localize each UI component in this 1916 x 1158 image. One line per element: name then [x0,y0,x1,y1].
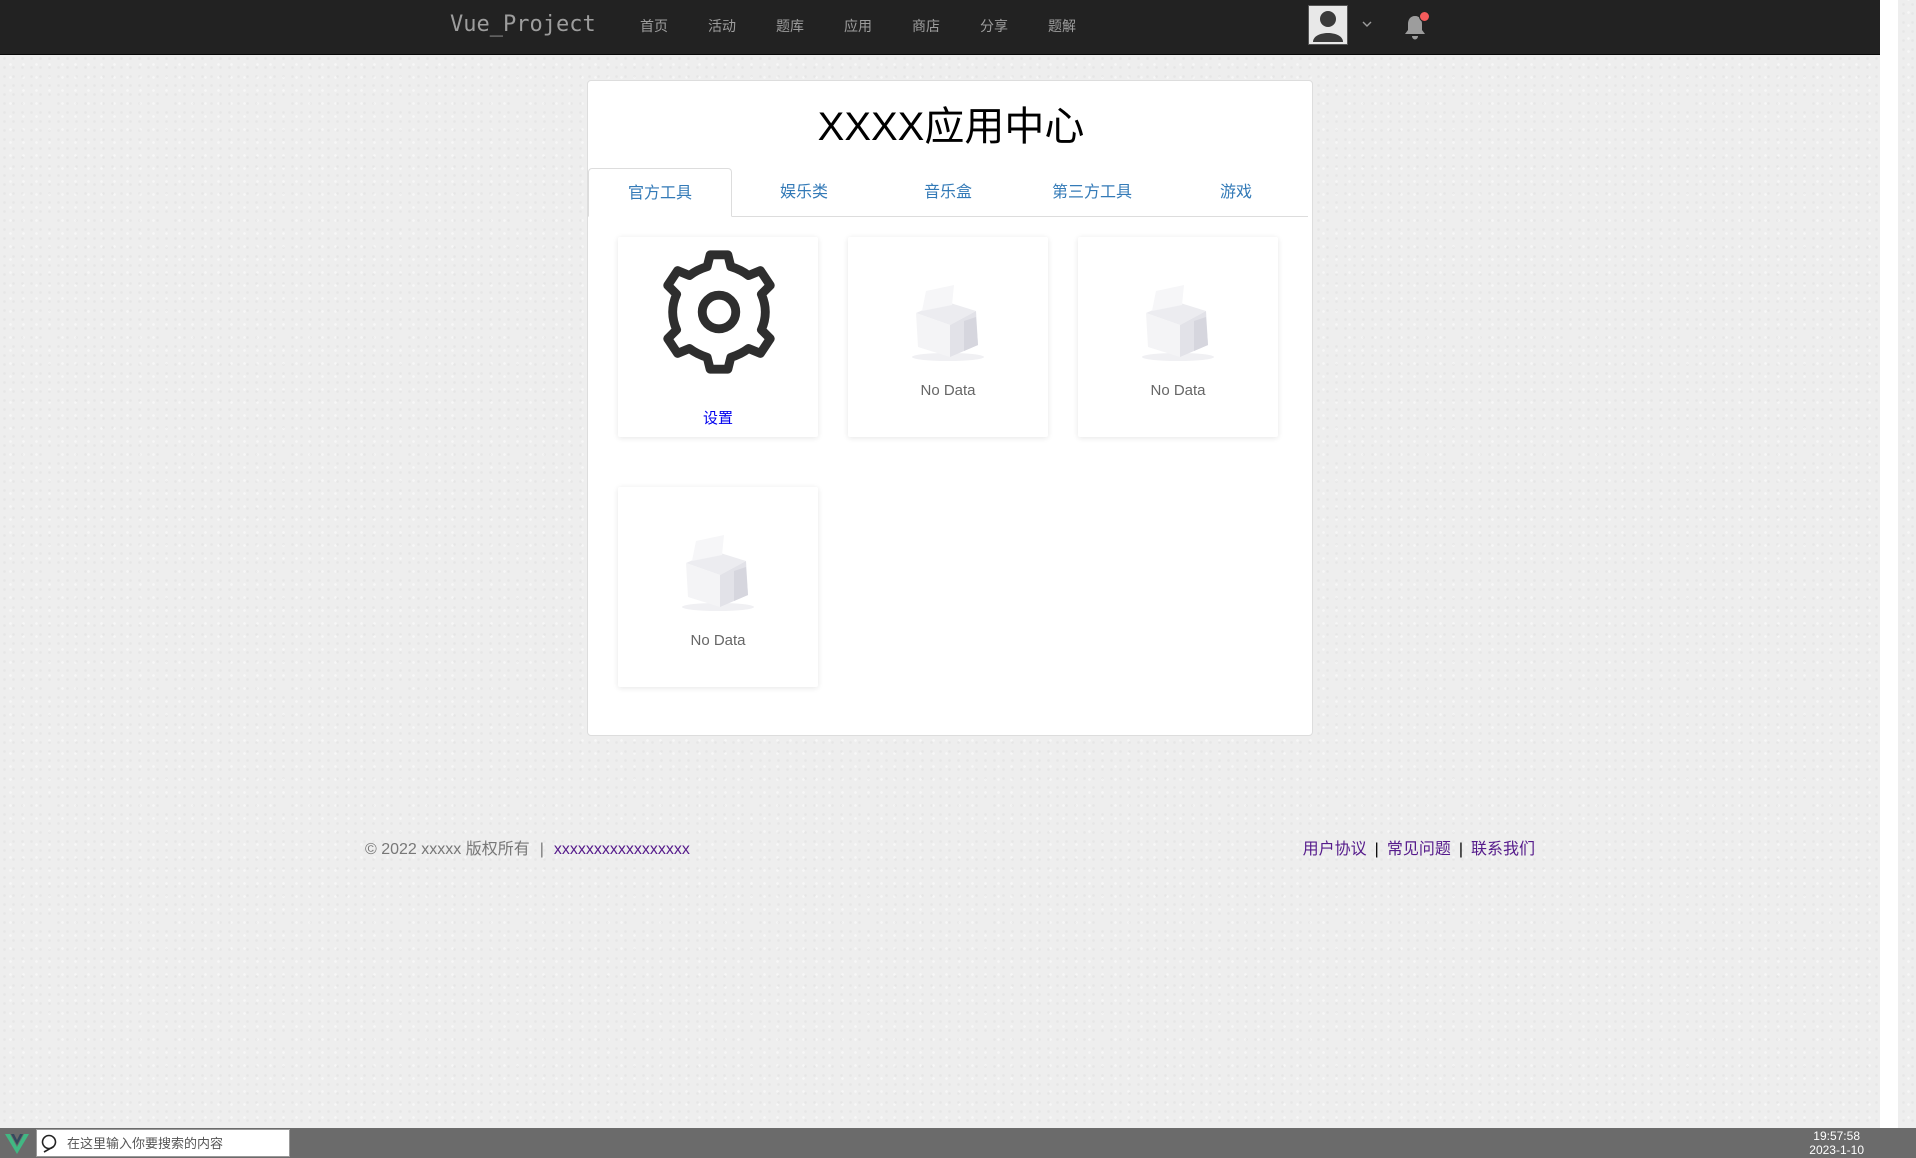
page-scrollbar[interactable] [1880,0,1898,1128]
footer: © 2022 xxxxx 版权所有 | xxxxxxxxxxxxxxxxx 用户协议… [365,838,1535,862]
notification-dot [1419,11,1430,22]
search-input[interactable] [67,1132,285,1154]
tab-music-box[interactable]: 音乐盒 [876,168,1020,216]
app-tile-empty[interactable]: No Data [848,237,1048,437]
nav-item-activity[interactable]: 活动 [688,0,756,54]
empty-box-icon [1142,285,1214,361]
nav-menu: 首页 活动 题库 应用 商店 分享 题解 [620,0,1096,54]
app-tile-label: 设置 [702,410,733,427]
user-avatar[interactable] [1308,5,1348,45]
nav-item-share[interactable]: 分享 [960,0,1028,54]
vue-logo-icon[interactable] [0,1128,34,1158]
clock-date: 2023-1-10 [1809,1143,1864,1157]
chevron-down-icon[interactable] [1360,17,1374,31]
app-tile-settings[interactable]: 设置 [618,237,818,437]
footer-separator: | [1374,841,1379,858]
user-icon [1309,6,1347,44]
app-tile-empty[interactable]: No Data [1078,237,1278,437]
taskbar-search[interactable] [36,1129,290,1157]
app-tile-empty[interactable]: No Data [618,487,818,687]
nav-item-question-bank[interactable]: 题库 [756,0,824,54]
footer-link-faq[interactable]: 常见问题 [1387,841,1451,858]
gear-icon [663,250,775,374]
nav-item-home[interactable]: 首页 [620,0,688,54]
footer-link-contact[interactable]: 联系我们 [1471,841,1535,858]
tab-official-tools[interactable]: 官方工具 [588,168,732,217]
taskbar-clock[interactable]: 19:57:58 2023-1-10 [1809,1129,1864,1157]
empty-box-icon [682,535,754,611]
footer-separator: | [1458,841,1463,858]
footer-link-user-agreement[interactable]: 用户协议 [1303,841,1367,858]
empty-state-text: No Data [920,382,976,399]
brand-logo[interactable]: Vue_Project [450,10,596,40]
copyright-text: © 2022 xxxxx 版权所有 [365,841,530,858]
nav-item-store[interactable]: 商店 [892,0,960,54]
top-navbar: Vue_Project 首页 活动 题库 应用 商店 分享 题解 [0,0,1898,55]
tab-entertainment[interactable]: 娱乐类 [732,168,876,216]
footer-separator: | [539,841,544,858]
copyright-link[interactable]: xxxxxxxxxxxxxxxxx [554,841,690,858]
tab-third-party-tools[interactable]: 第三方工具 [1020,168,1164,216]
clock-time: 19:57:58 [1813,1129,1860,1143]
footer-links: 用户协议 | 常见问题 | 联系我们 [1303,838,1535,862]
taskbar: 19:57:58 2023-1-10 [0,1128,1916,1158]
nav-item-apps[interactable]: 应用 [824,0,892,54]
page-title: XXXX应用中心 [817,105,1085,149]
nav-item-solutions[interactable]: 题解 [1028,0,1096,54]
page: Vue_Project 首页 活动 题库 应用 商店 分享 题解 XXXX应用中… [0,0,1898,1128]
footer-copyright: © 2022 xxxxx 版权所有 | xxxxxxxxxxxxxxxxx [365,838,690,862]
category-tabs: 官方工具 娱乐类 音乐盒 第三方工具 游戏 [588,168,1308,217]
empty-state-text: No Data [1150,382,1206,399]
empty-box-icon [912,285,984,361]
empty-state-text: No Data [690,632,746,649]
search-icon [41,1134,57,1153]
tab-games[interactable]: 游戏 [1164,168,1308,216]
app-center-panel: XXXX应用中心 官方工具 娱乐类 音乐盒 第三方工具 游戏 设置 No Dat… [587,80,1313,736]
